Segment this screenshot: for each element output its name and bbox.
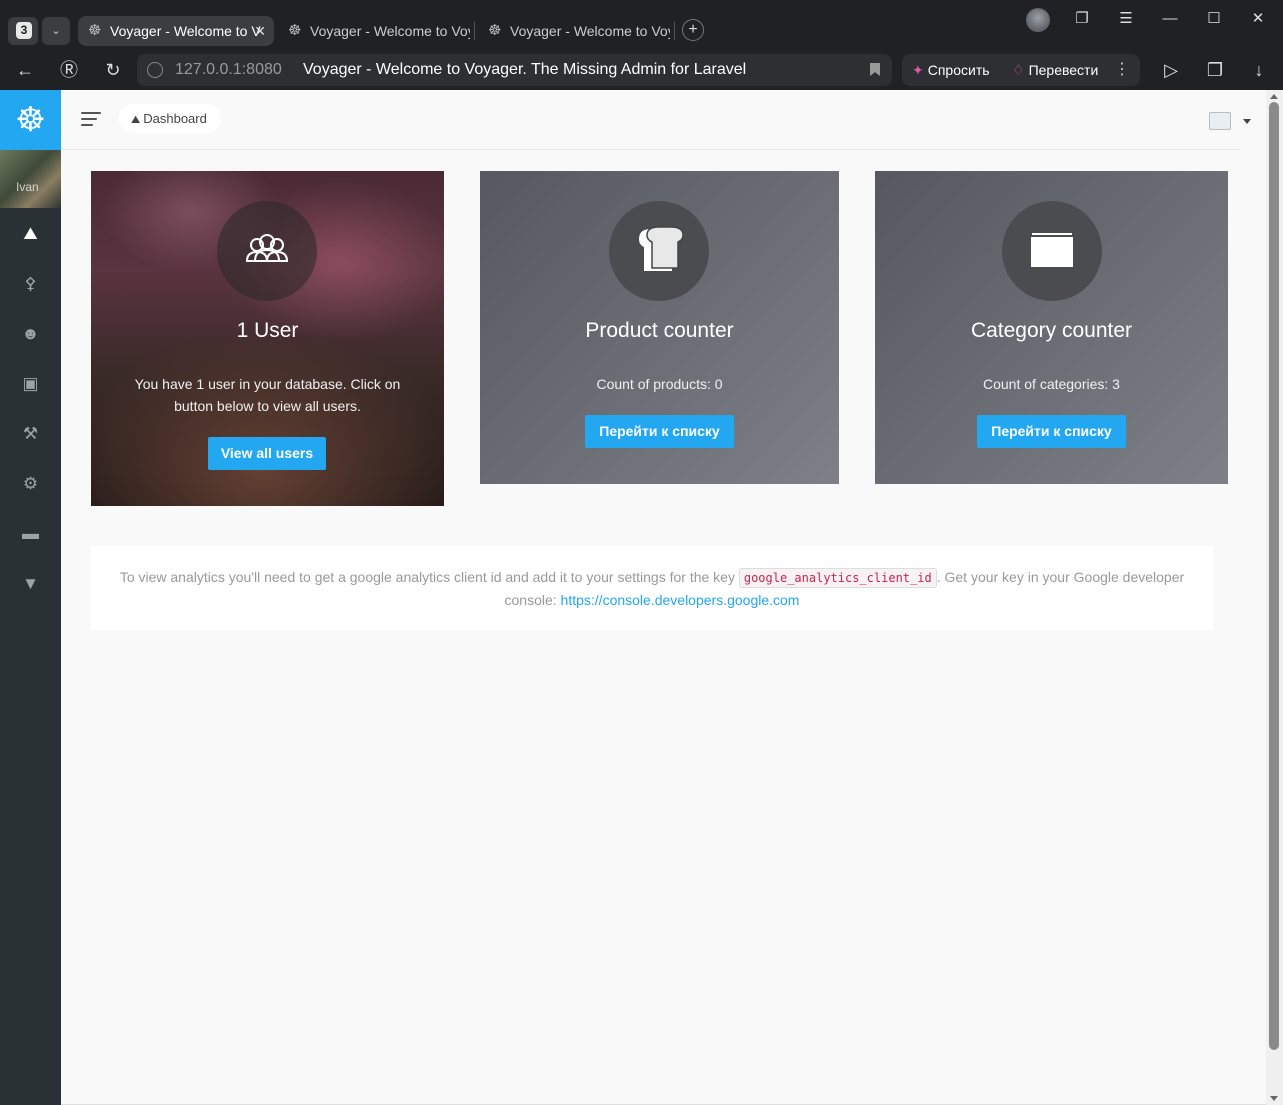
categories-icon: ▬ [22, 524, 39, 543]
analytics-notice: To view analytics you'll need to get a g… [91, 546, 1213, 630]
hamburger-menu-icon[interactable] [81, 112, 101, 126]
extensions-icon[interactable]: ❐ [1201, 56, 1229, 84]
google-console-link[interactable]: https://console.developers.google.com [561, 592, 800, 608]
address-host: 127.0.0.1:8080 [175, 61, 282, 78]
category-circle [1002, 201, 1102, 301]
product-title: Product counter [585, 319, 734, 342]
tools-icon: ⚒ [22, 424, 39, 443]
category-count-text: Count of categories: 3 [983, 376, 1120, 392]
back-arrow-icon[interactable]: ← [11, 56, 39, 84]
collections-icon[interactable]: ❐ [1067, 6, 1097, 32]
reload-icon[interactable]: ↻ [99, 56, 127, 84]
lock-icon: ⚴ [24, 274, 37, 293]
breadcrumb-dashboard: Dashboard [143, 111, 207, 126]
tab-count-button[interactable]: 3 [8, 17, 38, 45]
users-widget: 1 User You have 1 user in your database.… [91, 171, 444, 506]
translate-button[interactable]: ♢ Перевести [1012, 54, 1098, 86]
sidebar-item-settings[interactable]: ⚙ [0, 459, 61, 509]
product-circle [609, 201, 709, 301]
person-icon: ☻ [21, 324, 40, 343]
sidebar-item-roles[interactable]: ⚴ [0, 259, 61, 309]
translate-icon: ♢ [1012, 62, 1025, 78]
user-avatar[interactable]: Ivan [0, 150, 61, 208]
bread-icon [639, 226, 684, 271]
user-profile-image[interactable] [1209, 112, 1231, 130]
downloads-icon[interactable]: ↓ [1245, 56, 1273, 84]
sidebar-item-dashboard[interactable]: ⛰ [0, 209, 61, 259]
product-list-button[interactable]: Перейти к списку [585, 415, 734, 448]
product-count-text: Count of products: 0 [596, 376, 723, 392]
sidebar-item-categories[interactable]: ▬ [0, 509, 61, 559]
tab-title: Voyager - Welcome to Voy [310, 23, 470, 39]
dashboard-boat-icon: ⛰ [131, 114, 141, 126]
page-scrollbar[interactable] [1266, 90, 1283, 1105]
category-title: Category counter [970, 319, 1133, 342]
top-navbar: ⛰ Dashboard [61, 90, 1266, 150]
browser-tab-2[interactable]: ☸ Voyager - Welcome to Voy [278, 16, 470, 46]
sidebar: ☸ Ivan ⛰ ⚴ ☻ ▣ ⚒ ⚙ ▬ ▼ [0, 90, 61, 1105]
avatar-name: Ivan [16, 180, 39, 194]
address-page-title: Voyager - Welcome to Voyager. The Missin… [303, 61, 747, 78]
category-list-button[interactable]: Перейти к списку [977, 415, 1126, 448]
users-text: You have 1 user in your database. Click … [134, 376, 401, 414]
scroll-down-arrow-icon[interactable] [1270, 1096, 1278, 1101]
voyager-helm-icon: ☸ [488, 22, 502, 39]
more-vertical-icon[interactable]: ⋮ [1114, 54, 1130, 86]
address-bar[interactable]: 127.0.0.1:8080 Voyager - Welcome to Voya… [137, 54, 892, 86]
sidebar-item-compass[interactable]: ▼ [0, 559, 61, 609]
analytics-text-before: To view analytics you'll need to get a g… [119, 569, 735, 585]
dashboard-boat-icon: ⛰ [23, 224, 38, 243]
breadcrumb[interactable]: ⛰ Dashboard [119, 104, 221, 133]
new-tab-plus-icon[interactable]: + [682, 19, 704, 41]
close-window-icon[interactable]: ✕ [1243, 6, 1273, 32]
scroll-up-arrow-icon[interactable] [1270, 94, 1278, 99]
menu-icon[interactable]: ☰ [1111, 6, 1141, 32]
tab-separator [474, 22, 475, 40]
voyager-helm-icon: ☸ [288, 22, 302, 39]
tab-title: Voyager - Welcome to V [110, 23, 261, 39]
sidebar-item-users[interactable]: ☻ [0, 309, 61, 359]
sidebar-item-tools[interactable]: ⚒ [0, 409, 61, 459]
users-icon [245, 234, 289, 262]
analytics-key-code: google_analytics_client_id [738, 568, 937, 588]
settings-icon: ⚙ [22, 474, 39, 493]
yandex-logo-icon[interactable]: Ⓡ [55, 56, 83, 84]
images-icon: ▣ [22, 374, 39, 393]
category-counter-widget: Category counter Count of categories: 3 … [875, 171, 1228, 484]
ask-button[interactable]: ✦ Спросить [912, 54, 990, 86]
scrollbar-thumb[interactable] [1269, 102, 1279, 1050]
site-info-icon[interactable] [147, 62, 163, 78]
bookmark-icon[interactable] [870, 63, 880, 76]
minimize-icon[interactable]: — [1155, 6, 1185, 32]
divider [61, 149, 1240, 150]
profile-avatar[interactable] [1026, 8, 1050, 32]
tab-list-chevron-down-icon[interactable]: ⌄ [42, 17, 70, 45]
browser-tab-bar: 3 ⌄ ☸ Voyager - Welcome to V ✕ ☸ Voyager… [0, 0, 1283, 50]
ai-actions: ✦ Спросить ♢ Перевести ⋮ [902, 54, 1140, 86]
close-icon[interactable]: ✕ [254, 16, 266, 46]
voyager-logo-helm-icon[interactable]: ☸ [0, 90, 61, 150]
users-title: 1 User [236, 319, 299, 342]
tab-count: 3 [16, 22, 32, 39]
folder-icon [1031, 233, 1073, 267]
compass-icon: ▼ [22, 574, 39, 593]
caret-down-icon[interactable] [1243, 119, 1251, 124]
ask-icon: ✦ [912, 62, 924, 78]
browser-nav-bar: ← Ⓡ ↻ 127.0.0.1:8080 Voyager - Welcome t… [0, 50, 1283, 90]
browser-tab-3[interactable]: ☸ Voyager - Welcome to Voy [478, 16, 670, 46]
product-counter-widget: Product counter Count of products: 0 Пер… [480, 171, 839, 484]
view-all-users-button[interactable]: View all users [208, 437, 326, 470]
media-play-icon[interactable]: ▷ [1157, 56, 1185, 84]
users-circle [217, 201, 317, 301]
tab-separator [674, 22, 675, 40]
sidebar-item-media[interactable]: ▣ [0, 359, 61, 409]
maximize-icon[interactable]: ☐ [1199, 6, 1229, 32]
voyager-helm-icon: ☸ [88, 22, 102, 39]
voyager-page: ☸ Ivan ⛰ ⚴ ☻ ▣ ⚒ ⚙ ▬ ▼ ⛰ Dashboard 1 Use… [0, 90, 1266, 1105]
tab-title: Voyager - Welcome to Voy [510, 23, 670, 39]
browser-tab-1[interactable]: ☸ Voyager - Welcome to V ✕ [78, 16, 274, 46]
